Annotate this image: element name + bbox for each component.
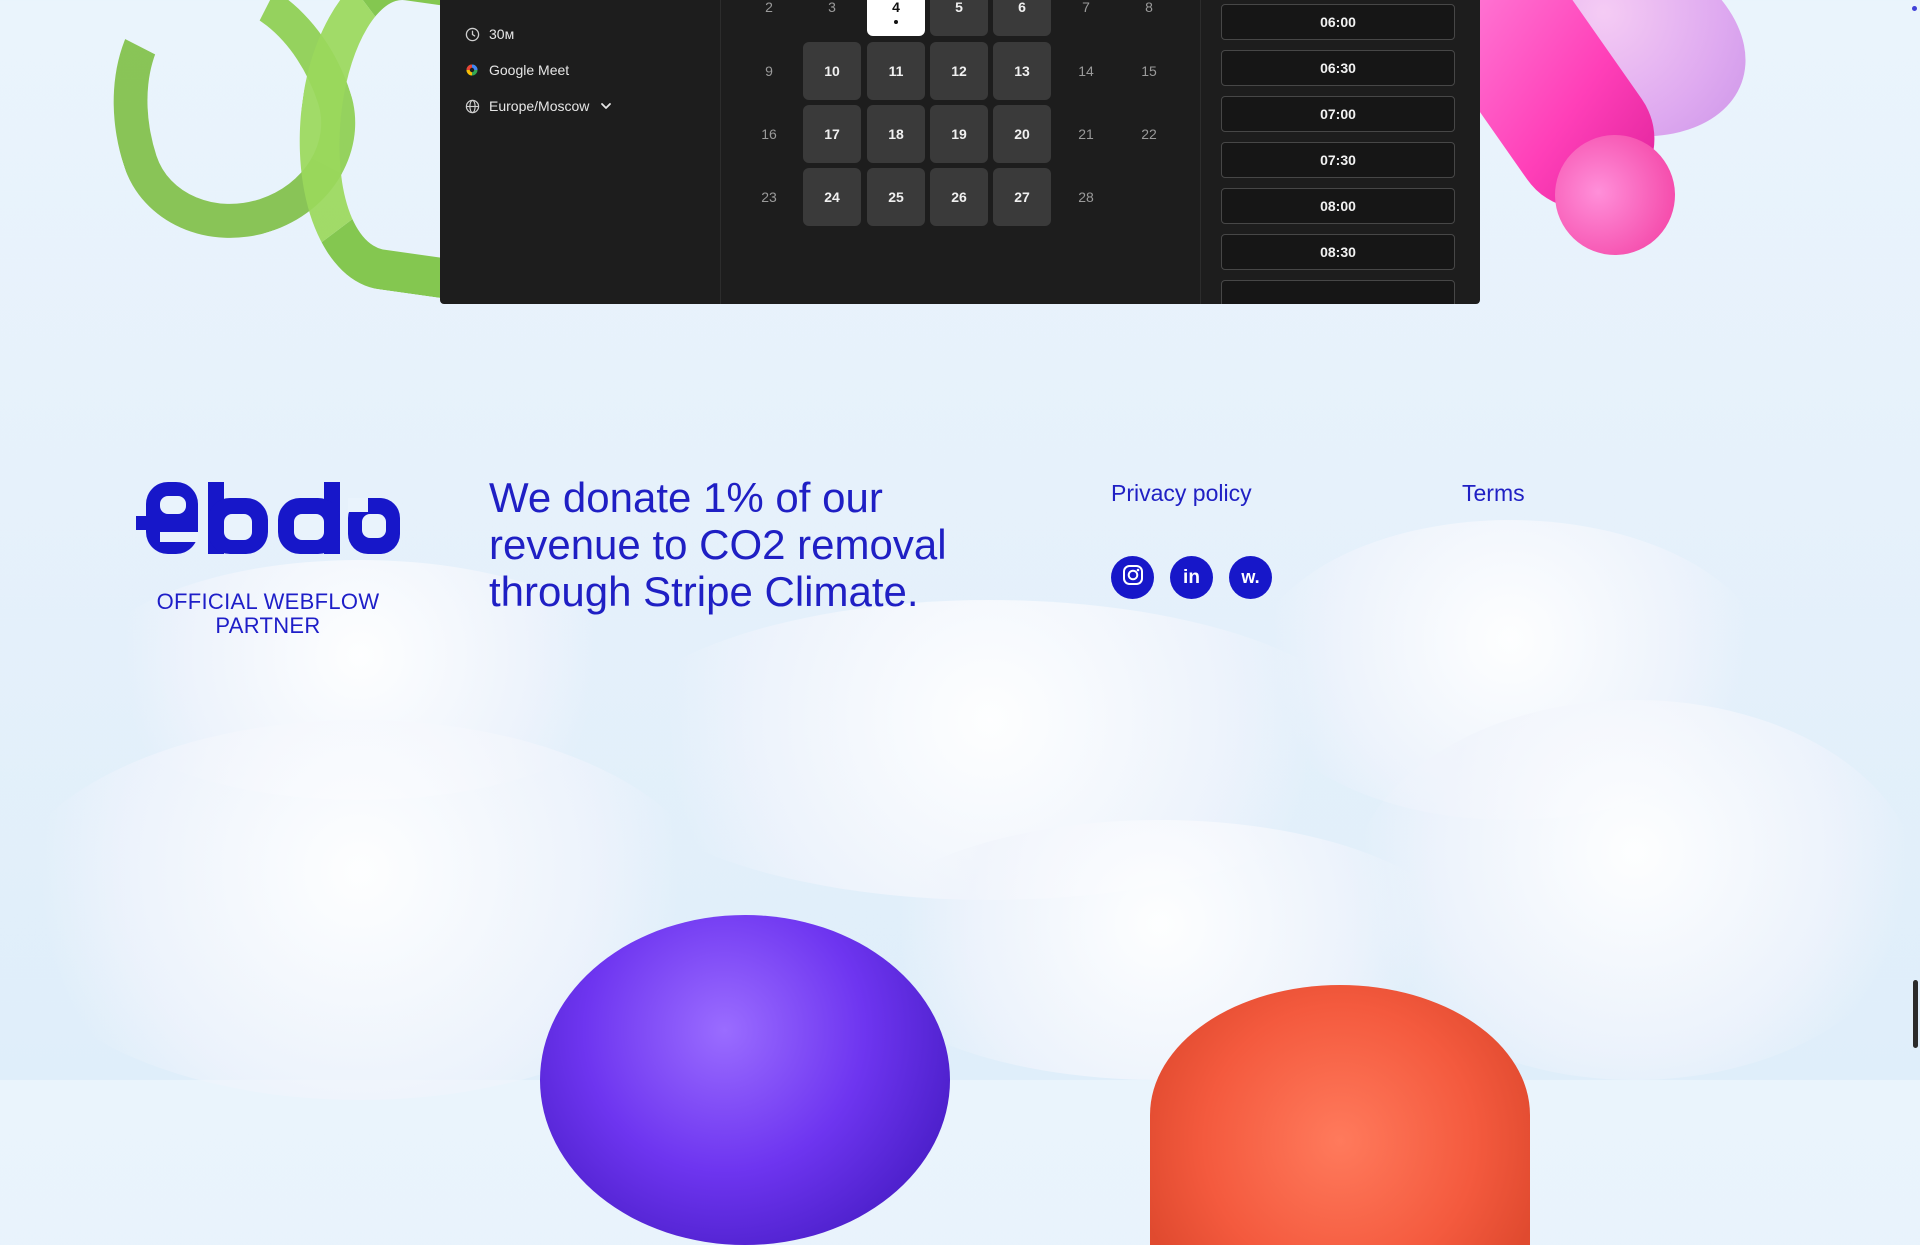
time-slot-button[interactable]: 08:30: [1221, 234, 1455, 270]
calendar-day-12[interactable]: 12: [930, 42, 988, 100]
calendar-day-17[interactable]: 17: [803, 105, 861, 163]
donation-statement: We donate 1% of our revenue to CO2 remov…: [489, 474, 947, 615]
green-ribbon-decoration: [74, 0, 384, 269]
calendar-day-4[interactable]: 4: [867, 0, 925, 36]
calendar-day-24[interactable]: 24: [803, 168, 861, 226]
calendar-day-5[interactable]: 5: [930, 0, 988, 36]
linkedin-icon: in: [1183, 566, 1200, 588]
webflow-icon: w.: [1241, 567, 1260, 587]
time-slot-button[interactable]: 06:00: [1221, 4, 1455, 40]
column-divider: [720, 0, 721, 304]
calendar-day-8: 8: [1145, 0, 1153, 15]
calendar-day-3: 3: [828, 0, 836, 15]
clock-icon: [464, 26, 480, 42]
cloud-decoration: [0, 720, 720, 1100]
chevron-down-icon: [598, 98, 614, 114]
cloud-decoration: [850, 820, 1470, 1080]
time-slot-button[interactable]: 08:00: [1221, 188, 1455, 224]
column-divider: [1200, 0, 1201, 304]
webflow-partner-label: OFFICIAL WEBFLOW PARTNER: [156, 589, 380, 638]
meeting-app-row: Google Meet: [464, 62, 569, 78]
globe-icon: [464, 98, 480, 114]
calendar-day-27[interactable]: 27: [993, 168, 1051, 226]
calendar-day-15: 15: [1141, 63, 1157, 79]
calendar-day-26[interactable]: 26: [930, 168, 988, 226]
calendar-day-14: 14: [1078, 63, 1094, 79]
time-slot-button[interactable]: 07:00: [1221, 96, 1455, 132]
pink-flower-decoration: [1445, 0, 1775, 173]
cloud-decoration: [1250, 520, 1770, 820]
coral-decoration: [1150, 985, 1530, 1245]
calendar-day-11[interactable]: 11: [867, 42, 925, 100]
timezone-label: Europe/Moscow: [489, 98, 590, 114]
calendar-day-18[interactable]: 18: [867, 105, 925, 163]
instagram-icon: [1122, 564, 1144, 591]
scroll-indicator-dot: [1912, 6, 1917, 11]
calendar-day-16: 16: [761, 126, 777, 142]
calendar-day-9: 9: [765, 63, 773, 79]
pink-cone-cap-decoration: [1531, 111, 1699, 279]
calendar-day-13[interactable]: 13: [993, 42, 1051, 100]
calendar-day-20[interactable]: 20: [993, 105, 1051, 163]
cloud-decoration: [600, 600, 1380, 900]
calendar-day-10[interactable]: 10: [803, 42, 861, 100]
ebda-logo[interactable]: [136, 478, 401, 558]
calendar-day-7: 7: [1082, 0, 1090, 15]
calendar-day-6[interactable]: 6: [993, 0, 1051, 36]
cloud-decoration: [1350, 700, 1920, 1080]
time-slot-button[interactable]: [1221, 280, 1455, 304]
calendar-day-21: 21: [1078, 126, 1094, 142]
calendar-day-22: 22: [1141, 126, 1157, 142]
instagram-link[interactable]: [1111, 556, 1154, 599]
scrollbar-thumb[interactable]: [1913, 980, 1918, 1048]
linkedin-link[interactable]: in: [1170, 556, 1213, 599]
duration-row: 30м: [464, 26, 514, 42]
time-slot-button[interactable]: 07:30: [1221, 142, 1455, 178]
duration-label: 30м: [489, 26, 515, 42]
webflow-link[interactable]: w.: [1229, 556, 1272, 599]
calendar-day-25[interactable]: 25: [867, 168, 925, 226]
meeting-app-label: Google Meet: [489, 62, 570, 78]
calendar-day-2: 2: [765, 0, 773, 15]
booking-widget: 30м Google Meet Europe/Moscow 2 3 4 5 6 7 8 9 10…: [440, 0, 1480, 304]
purple-sphere-decoration: [540, 915, 950, 1245]
privacy-policy-link[interactable]: Privacy policy: [1111, 480, 1252, 507]
calendar-day-23: 23: [761, 189, 777, 205]
time-slot-button[interactable]: 06:30: [1221, 50, 1455, 86]
calendar-day-19[interactable]: 19: [930, 105, 988, 163]
terms-link[interactable]: Terms: [1462, 480, 1525, 507]
timezone-select[interactable]: Europe/Moscow: [464, 98, 614, 114]
today-indicator-dot: [894, 20, 898, 24]
calendar-day-28: 28: [1078, 189, 1094, 205]
google-meet-icon: [464, 62, 480, 78]
